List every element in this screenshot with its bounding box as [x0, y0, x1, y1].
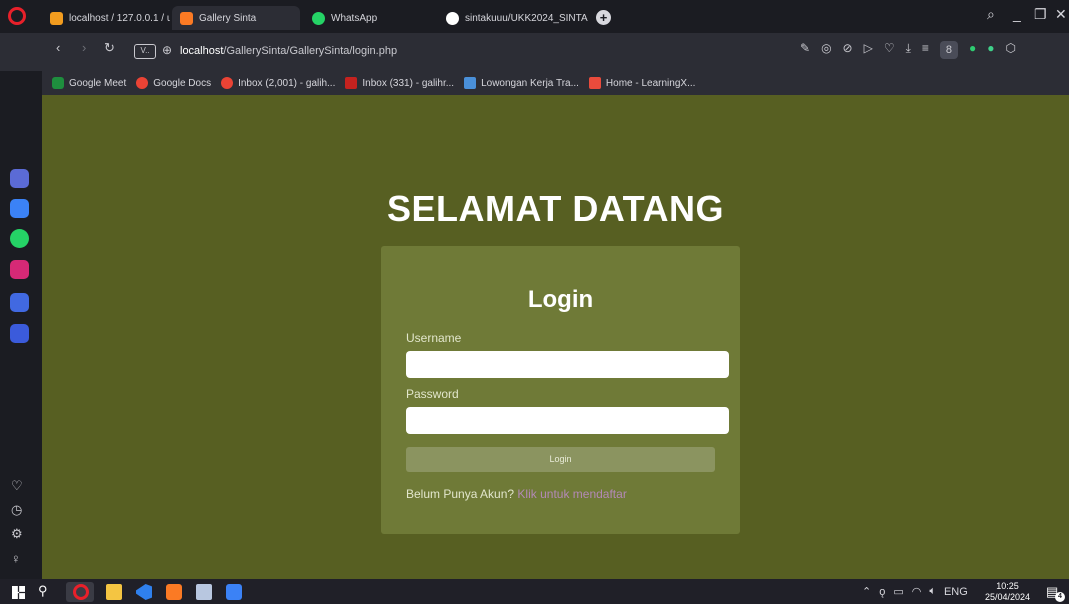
bookmark-inbox-1[interactable]: Inbox (2,001) - galih... — [221, 77, 335, 89]
bookmark-google-meet[interactable]: Google Meet — [52, 77, 126, 89]
register-prompt: Belum Punya Akun? Klik untuk mendaftar — [406, 487, 627, 501]
messenger-icon[interactable] — [10, 199, 29, 218]
register-prompt-text: Belum Punya Akun? — [406, 487, 515, 501]
xampp-taskbar-icon[interactable] — [166, 584, 182, 600]
bookmark-inbox-2[interactable]: Inbox (331) - galihr... — [345, 77, 454, 89]
wifi-icon[interactable]: ◠ — [912, 585, 922, 598]
tab-phpmyadmin[interactable]: localhost / 127.0.0.1 / ukk... — [42, 6, 170, 30]
camera-icon[interactable]: ◎ — [821, 41, 831, 59]
bookmark-label: Inbox (2,001) - galih... — [238, 77, 336, 89]
reload-icon[interactable]: ↻ — [104, 40, 115, 56]
url-host: localhost — [180, 45, 224, 57]
register-link[interactable]: Klik untuk mendaftar — [517, 487, 626, 501]
restore-icon[interactable]: ❐ — [1034, 6, 1047, 23]
globe-icon: ⊕ — [162, 43, 173, 57]
profile-icon[interactable]: 8 — [939, 41, 958, 59]
aria-icon[interactable] — [10, 169, 29, 188]
tab-gallery-sinta[interactable]: Gallery Sinta — [172, 6, 300, 30]
google-meet-icon — [52, 77, 64, 89]
github-icon — [446, 11, 459, 25]
volume-icon[interactable]: 🔈︎ — [929, 585, 936, 598]
language-indicator[interactable]: ENG — [944, 586, 968, 598]
vpn-badge[interactable]: V.. — [134, 44, 156, 59]
bookmark-label: Inbox (331) - galihr... — [362, 77, 455, 89]
password-input[interactable] — [406, 407, 729, 434]
clock-date: 25/04/2024 — [985, 592, 1031, 602]
tab-label: sintakuuu/UKK2024_SINTA — [465, 12, 588, 24]
tab-label: Gallery Sinta — [199, 12, 257, 24]
learningx-icon — [588, 77, 601, 89]
extension-bot-icon[interactable]: ● — [987, 41, 994, 59]
tab-github[interactable]: sintakuuu/UKK2024_SINTA — [438, 6, 590, 30]
bookmark-label: Lowongan Kerja Tra... — [481, 77, 579, 89]
bookmark-label: Google Meet — [69, 77, 127, 89]
gmail-icon — [345, 77, 358, 89]
flow-icon[interactable] — [10, 324, 29, 343]
username-input[interactable] — [406, 351, 729, 378]
username-label: Username — [406, 331, 462, 345]
forward-icon[interactable]: › — [82, 40, 86, 55]
bookmark-google-docs[interactable]: Google Docs — [136, 77, 211, 89]
history-icon[interactable]: ◷ — [11, 502, 22, 518]
close-icon[interactable]: ✕ — [1055, 6, 1067, 23]
xampp-icon — [180, 11, 193, 25]
photos-icon[interactable] — [226, 584, 242, 600]
taskbar-clock[interactable]: 10:25 25/04/2024 — [985, 581, 1030, 603]
search-icon[interactable]: ⚲ — [38, 583, 48, 599]
notepad-icon[interactable] — [196, 584, 212, 600]
favorites-heart-icon[interactable]: ♡ — [11, 478, 23, 494]
whatsapp-sidebar-icon[interactable] — [10, 229, 29, 248]
notification-count-badge: 4 — [1055, 592, 1065, 602]
opera-logo-icon[interactable] — [8, 7, 26, 25]
extension-green-icon[interactable]: ● — [969, 41, 976, 59]
minimize-icon[interactable]: _ — [1013, 6, 1021, 22]
extension-box-icon[interactable]: ⬡ — [1005, 41, 1015, 59]
file-explorer-icon[interactable] — [106, 584, 122, 600]
bookmarks-bar: Google Meet Google Docs Inbox (2,001) - … — [42, 71, 1069, 95]
tips-bulb-icon[interactable]: ♀ — [11, 551, 21, 566]
address-bar-tools: ✎ ◎ ⊘ ▷ ♡ ⤓ ≡ 8 ● ● ⬡ — [800, 41, 1016, 59]
clock-time: 10:25 — [996, 581, 1019, 591]
tab-label: WhatsApp — [331, 12, 378, 24]
phpmyadmin-icon — [50, 11, 63, 25]
briefcase-icon — [464, 77, 477, 89]
settings-gear-icon[interactable]: ⚙ — [11, 526, 23, 542]
tab-label: localhost / 127.0.0.1 / ukk... — [69, 12, 170, 24]
heart-icon[interactable]: ♡ — [884, 41, 895, 59]
search-tabs-icon[interactable]: ⌕ — [987, 6, 995, 23]
edit-icon[interactable]: ✎ — [800, 41, 810, 59]
new-tab-button[interactable]: + — [596, 10, 611, 25]
password-label: Password — [406, 387, 459, 401]
bookmark-lowongan[interactable]: Lowongan Kerja Tra... — [464, 77, 579, 89]
whatsapp-icon — [312, 11, 325, 25]
login-title: Login — [527, 286, 594, 313]
tab-whatsapp[interactable]: WhatsApp — [304, 6, 434, 30]
system-tray: ⌃ ǫ ▭ ◠ 🔈︎ ENG — [862, 585, 968, 598]
bookmark-learningx[interactable]: Home - LearningX... — [588, 77, 696, 89]
login-button[interactable]: Login — [406, 447, 715, 472]
bookmark-label: Google Docs — [153, 77, 212, 89]
opera-taskbar-icon[interactable] — [73, 584, 89, 600]
page-title: SELAMAT DATANG — [387, 188, 724, 229]
google-icon — [136, 77, 149, 89]
google-icon — [221, 77, 234, 89]
bookmark-label: Home - LearningX... — [605, 77, 696, 89]
menu-icon[interactable]: ≡ — [922, 41, 929, 59]
battery-icon[interactable]: ▭ — [893, 585, 903, 598]
send-icon[interactable]: ▷ — [864, 41, 873, 59]
chevron-up-icon[interactable]: ⌃ — [862, 585, 871, 598]
instagram-icon[interactable] — [10, 260, 29, 279]
url-path: /GallerySinta/GallerySinta/login.php — [223, 45, 398, 57]
shield-icon[interactable]: ⊘ — [843, 41, 853, 59]
bluetooth-icon[interactable]: ǫ — [879, 586, 885, 598]
back-icon[interactable]: ‹ — [56, 40, 60, 55]
music-player-icon[interactable] — [10, 293, 29, 312]
url-input[interactable]: localhost/GallerySinta/GallerySinta/logi… — [180, 45, 397, 57]
download-icon[interactable]: ⤓ — [906, 41, 911, 59]
